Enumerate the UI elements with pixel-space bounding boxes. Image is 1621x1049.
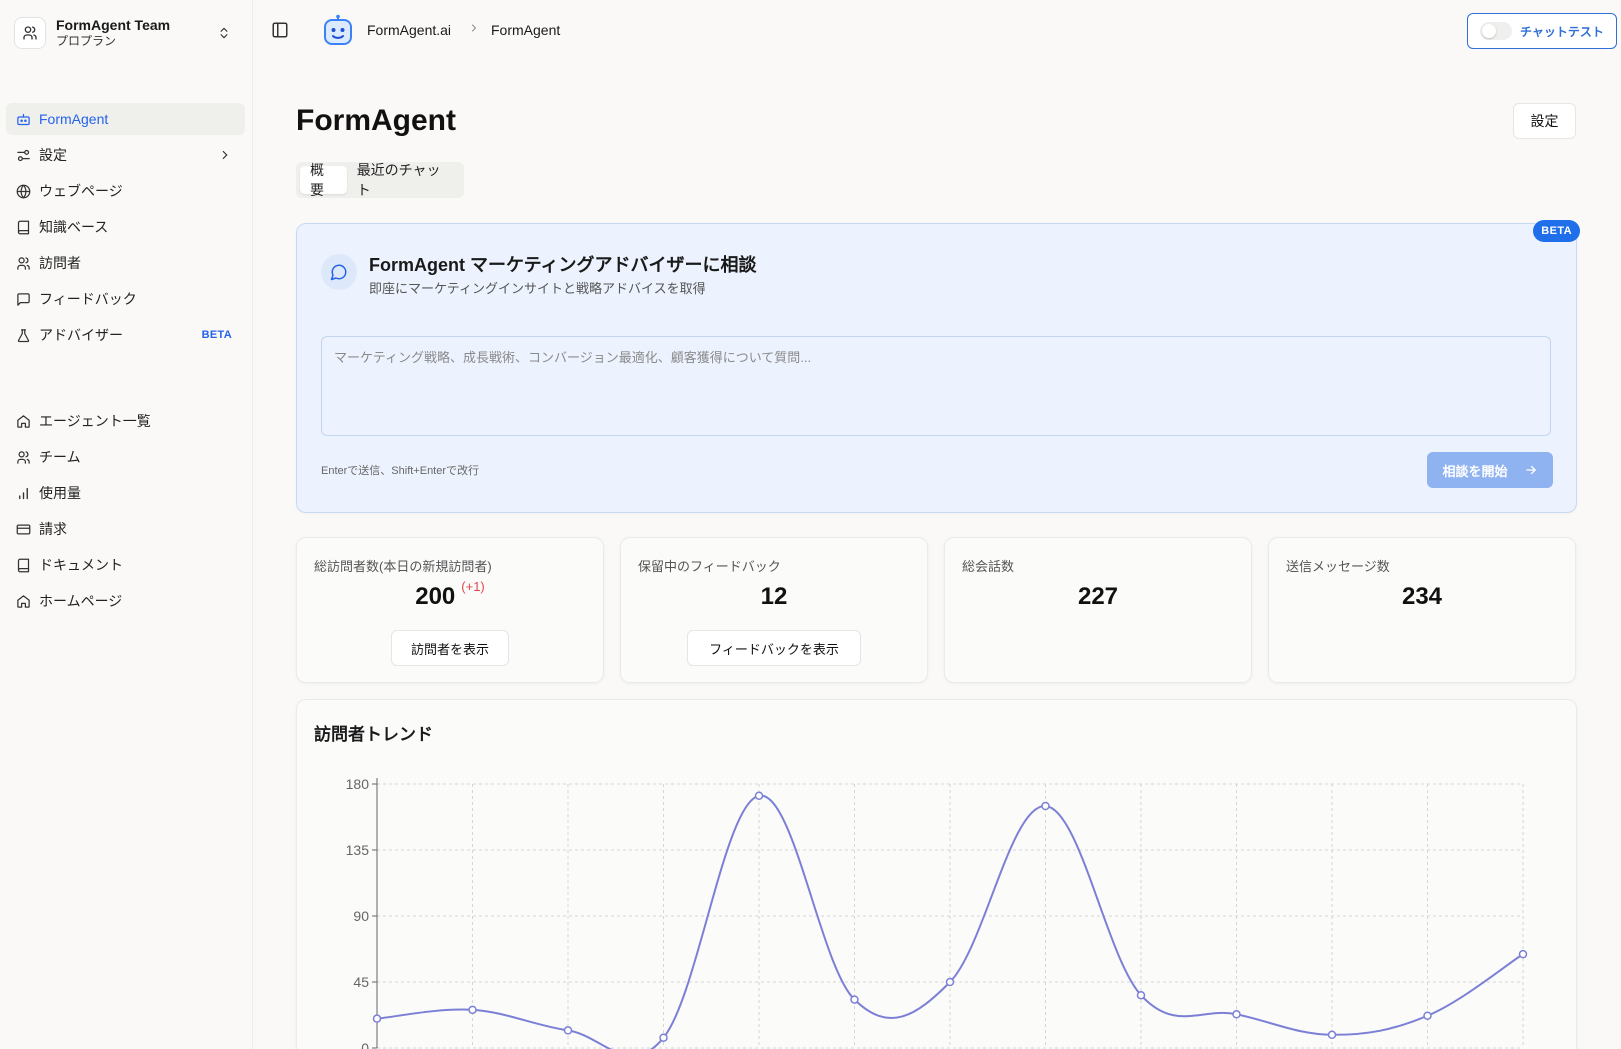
chevron-right-icon: [218, 148, 232, 162]
sliders-icon: [15, 147, 31, 163]
sidebar-item-homepage[interactable]: ホームページ: [6, 585, 245, 617]
data-point: [754, 791, 764, 800]
sidebar-item-billing[interactable]: 請求: [6, 513, 245, 545]
data-point: [850, 995, 859, 1004]
stat-value: 12: [760, 583, 788, 610]
data-point: [1041, 801, 1050, 811]
users-icon: [15, 449, 31, 465]
settings-button[interactable]: 設定: [1513, 103, 1576, 139]
sidebar-item-agents[interactable]: エージェント一覧: [6, 405, 245, 437]
y-tick-label: 135: [346, 842, 370, 858]
sidebar-item-knowledge-base[interactable]: 知識ベース: [6, 211, 245, 243]
start-consultation-label: 相談を開始: [1442, 463, 1508, 479]
bot-icon: [15, 111, 31, 127]
data-point: [1423, 1011, 1432, 1020]
chat-test-toggle[interactable]: チャットテスト: [1467, 13, 1617, 49]
globe-icon: [15, 183, 31, 199]
data-point: [468, 1005, 477, 1015]
tab-recent-chats[interactable]: 最近のチャット: [347, 162, 460, 198]
team-switcher[interactable]: FormAgent Team プロプラン: [14, 12, 242, 54]
sidebar: FormAgent Team プロプラン FormAgent 設定 ウェブページ…: [0, 0, 253, 1049]
sidebar-item-feedback[interactable]: フィードバック: [6, 283, 245, 315]
advisor-title: FormAgent マーケティングアドバイザーに相談: [369, 255, 757, 275]
sidebar-item-webpages[interactable]: ウェブページ: [6, 175, 245, 207]
stat-card-feedback: 保留中のフィードバック 12 フィードバックを表示: [620, 537, 928, 683]
message-circle-icon: [321, 254, 357, 290]
tab-overview[interactable]: 概要: [300, 162, 347, 198]
users-icon: [15, 255, 31, 271]
y-tick-label: 180: [346, 776, 370, 792]
formagent-logo-icon[interactable]: [323, 14, 353, 46]
sidebar-item-usage[interactable]: 使用量: [6, 477, 245, 509]
users-icon: [14, 17, 46, 49]
sidebar-item-visitors[interactable]: 訪問者: [6, 247, 245, 279]
data-point: [372, 1014, 382, 1023]
sidebar-item-formagent[interactable]: FormAgent: [6, 103, 245, 135]
top-bar: FormAgent.ai FormAgent チャットテスト: [253, 0, 1621, 62]
bar-chart-icon: [15, 485, 31, 501]
y-tick-label: 0: [361, 1040, 369, 1049]
data-point: [1136, 990, 1146, 1000]
y-tick-label: 90: [353, 908, 369, 924]
book-icon: [15, 557, 31, 573]
data-point: [563, 1026, 573, 1035]
stat-label: 総訪問者数(本日の新規訪問者): [314, 559, 492, 574]
sidebar-item-documents[interactable]: ドキュメント: [6, 549, 245, 581]
page-title: FormAgent: [296, 104, 456, 137]
data-point: [1518, 949, 1528, 959]
data-point: [659, 1033, 668, 1042]
start-consultation-button[interactable]: 相談を開始: [1427, 452, 1553, 488]
stat-delta: (+1): [461, 579, 485, 594]
chevrons-up-down-icon: [214, 23, 234, 43]
y-tick-label: 45: [353, 974, 369, 990]
home-icon: [15, 593, 31, 609]
chevron-right-icon: [468, 21, 480, 35]
view-feedback-button[interactable]: フィードバックを表示: [687, 630, 861, 666]
sidebar-toggle-icon[interactable]: [271, 21, 289, 39]
tab-list: 概要 最近のチャット: [296, 162, 464, 198]
advisor-question-input[interactable]: [321, 336, 1551, 436]
toggle-switch[interactable]: [1480, 22, 1512, 40]
stat-value: 227: [1077, 583, 1119, 610]
stat-value: 234: [1401, 583, 1443, 610]
advisor-subtitle: 即座にマーケティングインサイトと戦略アドバイスを取得: [369, 281, 706, 296]
stat-label: 送信メッセージ数: [1286, 559, 1390, 574]
sidebar-primary-nav: FormAgent 設定 ウェブページ 知識ベース 訪問者 フィードバック アド…: [6, 103, 245, 355]
book-icon: [15, 219, 31, 235]
breadcrumb-root[interactable]: FormAgent.ai: [367, 22, 451, 38]
view-visitors-button[interactable]: 訪問者を表示: [391, 630, 509, 666]
stat-label: 保留中のフィードバック: [638, 559, 781, 574]
beta-badge: BETA: [201, 329, 232, 341]
team-plan: プロプラン: [56, 34, 117, 48]
advisor-card: BETA FormAgent マーケティングアドバイザーに相談 即座にマーケティ…: [296, 220, 1580, 513]
credit-card-icon: [15, 521, 31, 537]
sidebar-item-settings[interactable]: 設定: [6, 139, 245, 171]
stat-card-visitors: 総訪問者数(本日の新規訪問者) 200 (+1) 訪問者を表示: [296, 537, 604, 683]
stat-label: 総会話数: [962, 559, 1015, 574]
sidebar-item-team[interactable]: チーム: [6, 441, 245, 473]
home-icon: [15, 413, 31, 429]
stat-card-conversations: 総会話数 227: [944, 537, 1252, 683]
chat-test-label: チャットテスト: [1520, 24, 1604, 39]
stat-value: 200 (+1): [415, 579, 485, 610]
sidebar-secondary-nav: エージェント一覧 チーム 使用量 請求 ドキュメント ホームページ: [6, 405, 245, 621]
advisor-hint: Enterで送信、Shift+Enterで改行: [321, 465, 480, 477]
visitor-trend-chart: 180 135 90 45 0: [346, 776, 1528, 1049]
team-name: FormAgent Team: [56, 17, 171, 33]
stat-card-messages: 送信メッセージ数 234: [1268, 537, 1576, 683]
flask-icon: [15, 327, 31, 343]
message-square-icon: [15, 291, 31, 307]
sidebar-item-advisor[interactable]: アドバイザー BETA: [6, 319, 245, 351]
breadcrumb-current: FormAgent: [491, 22, 561, 38]
data-point: [1327, 1030, 1337, 1040]
arrow-right-icon: [1524, 463, 1538, 477]
visitor-trend-card: 訪問者トレンド 180 135 90 45 0: [296, 699, 1577, 1049]
data-point: [1232, 1010, 1241, 1019]
beta-badge: BETA: [1533, 220, 1580, 242]
data-point: [945, 977, 955, 987]
